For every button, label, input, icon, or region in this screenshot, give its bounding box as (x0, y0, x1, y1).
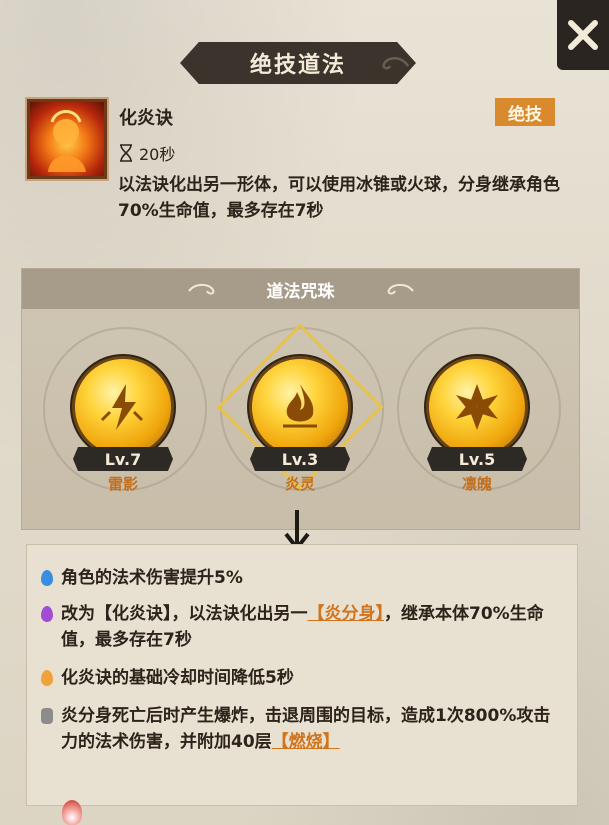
effect-text-part: 改为【化炎诀】，以法诀化出另一 (61, 604, 308, 624)
list-item: 化炎诀的基础冷却时间降低5秒 (41, 665, 561, 691)
swirl-ornament-icon (387, 283, 414, 295)
skill-type-badge: 绝技 (495, 98, 555, 126)
skill-portrait (27, 99, 107, 179)
effect-text: 改为【化炎诀】，以法诀化出另一【炎分身】，继承本体70%生命值，最多存在7秒 (61, 601, 561, 653)
list-item: 角色的法术伤害提升5% (41, 565, 561, 591)
flame-marker-icon (62, 800, 82, 825)
skill-name: 化炎诀 (119, 108, 173, 129)
list-item: 改为【化炎诀】，以法诀化出另一【炎分身】，继承本体70%生命值，最多存在7秒 (41, 601, 561, 653)
lightning-icon (100, 384, 144, 430)
effect-text: 炎分身死亡后时产生爆炸，击退周围的目标，造成1次800%攻击力的法术伤害，并附加… (61, 703, 561, 755)
effects-list: 角色的法术伤害提升5% 改为【化炎诀】，以法诀化出另一【炎分身】，继承本体70%… (26, 544, 578, 806)
beads-title: 道法咒珠 (266, 281, 335, 302)
bead-level: Lv.3 (250, 447, 350, 471)
blue-gem-icon (41, 570, 53, 586)
effect-text: 角色的法术伤害提升5% (61, 568, 243, 588)
keyword-link[interactable]: 【炎分身】 (308, 604, 385, 624)
lock-icon (41, 708, 53, 724)
bead-level: Lv.7 (73, 447, 173, 471)
close-icon (568, 20, 598, 50)
orange-gem-icon (41, 670, 53, 686)
fire-avatar-icon (48, 110, 86, 172)
bead-name: 炎灵 (284, 475, 315, 493)
bead-lightning[interactable] (75, 359, 171, 455)
effect-text: 化炎诀的基础冷却时间降低5秒 (61, 668, 294, 688)
bead-snowflake[interactable] (429, 359, 525, 455)
swirl-ornament-icon (382, 57, 410, 70)
skill-description: 以法诀化出另一形体，可以使用冰锥或火球，分身继承角色70%生命值，最多存在7秒 (118, 175, 560, 221)
bead-flame[interactable] (252, 359, 348, 455)
bead-level: Lv.5 (427, 447, 527, 471)
bead-name: 雷影 (107, 475, 138, 493)
list-item: 炎分身死亡后时产生爆炸，击退周围的目标，造成1次800%攻击力的法术伤害，并附加… (41, 703, 561, 755)
beads-section: 道法咒珠 Lv.7 雷影 Lv.3 炎灵 Lv.5 凛魄 (21, 268, 580, 530)
snowflake-icon (456, 384, 498, 430)
keyword-link[interactable]: 【燃烧】 (272, 732, 340, 752)
bead-name: 凛魄 (461, 475, 492, 493)
swirl-ornament-icon (187, 283, 214, 295)
cooldown-value: 20秒 (139, 145, 176, 164)
beads-header: 道法咒珠 (22, 269, 579, 309)
purple-gem-icon (41, 606, 53, 622)
hourglass-icon (120, 144, 132, 162)
cooldown-row: 20秒 (119, 141, 175, 165)
close-button[interactable] (557, 0, 609, 70)
skill-panel: 绝技道法 化炎诀 绝技 20秒 以法诀化出另一形体，可以使用冰锥或火球，分身继承… (0, 0, 609, 825)
flame-icon (283, 384, 317, 428)
